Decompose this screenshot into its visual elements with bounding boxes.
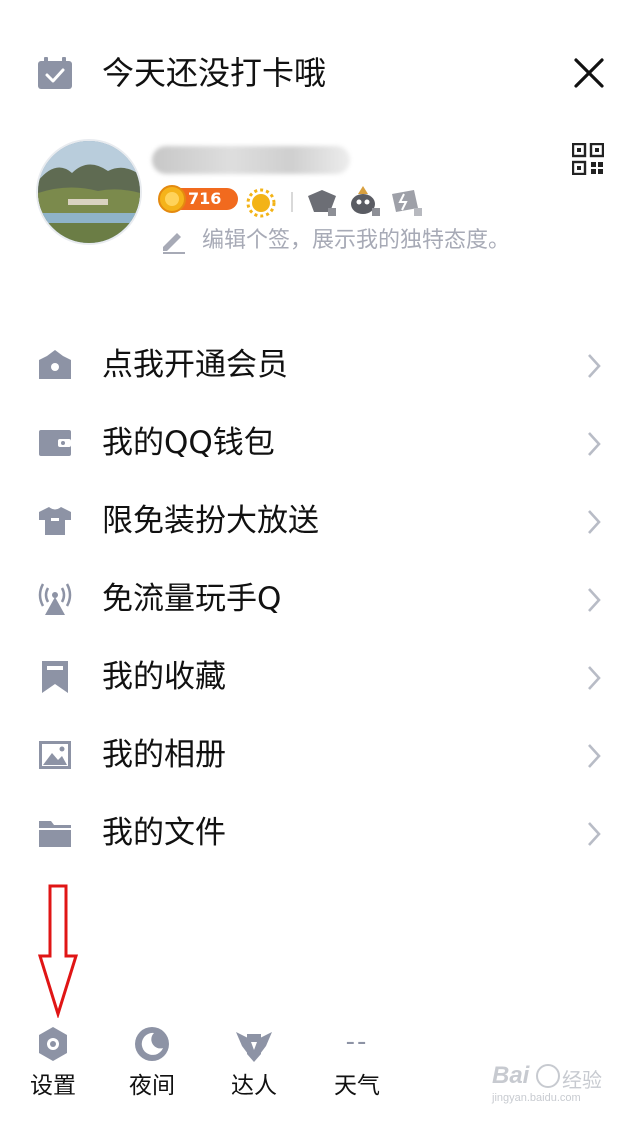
- photo-icon: [39, 741, 71, 769]
- watermark-url: jingyan.baidu.com: [492, 1092, 581, 1104]
- avatar-landscape-image: [38, 141, 140, 243]
- menu-item-album[interactable]: 我的相册: [0, 717, 640, 795]
- night-mode-label: 夜间: [129, 1073, 175, 1099]
- shirt-icon: [39, 507, 71, 535]
- moon-icon: [135, 1027, 169, 1061]
- menu-item-free-data[interactable]: 免流量玩手Q: [0, 561, 640, 639]
- speed-badge-icon: [392, 190, 422, 216]
- chevron-right-icon: [588, 666, 601, 690]
- close-icon[interactable]: [570, 54, 608, 92]
- settings-button[interactable]: 设置: [13, 1020, 93, 1110]
- avatar[interactable]: [38, 141, 140, 243]
- menu-label: 我的相册: [102, 737, 226, 773]
- annotation-arrow-down-icon: [38, 884, 78, 1018]
- pencil-icon: [163, 233, 185, 254]
- qr-code-icon[interactable]: [572, 143, 604, 175]
- pet-badge-icon: [351, 186, 380, 216]
- watermark-brand-cn: 经验: [562, 1068, 602, 1092]
- night-mode-button[interactable]: 夜间: [112, 1020, 192, 1110]
- nickname-blurred: [152, 146, 350, 174]
- weather-button[interactable]: -- 天气: [317, 1020, 397, 1110]
- game-badge-icon: [308, 190, 336, 216]
- menu-label: 我的收藏: [102, 659, 226, 695]
- bookmark-icon: [42, 661, 68, 693]
- menu-item-themes[interactable]: 限免装扮大放送: [0, 483, 640, 561]
- expert-button[interactable]: 达人: [214, 1020, 294, 1110]
- winged-badge-icon: [236, 1032, 272, 1062]
- sun-level-icon: [246, 188, 276, 218]
- menu-item-vip[interactable]: 点我开通会员: [0, 327, 640, 405]
- menu-label: 免流量玩手Q: [102, 581, 282, 617]
- signal-tower-icon: [38, 583, 72, 615]
- chevron-right-icon: [588, 822, 601, 846]
- chevron-right-icon: [588, 432, 601, 456]
- baidu-jingyan-watermark: Bai 经验 jingyan.baidu.com: [490, 1062, 610, 1110]
- menu-label: 我的QQ钱包: [102, 425, 275, 461]
- menu-item-files[interactable]: 我的文件: [0, 795, 640, 873]
- chevron-right-icon: [588, 510, 601, 534]
- checkin-prompt[interactable]: 今天还没打卡哦: [102, 52, 326, 94]
- watermark-paw-icon: [536, 1064, 560, 1088]
- weather-label: 天气: [334, 1073, 380, 1099]
- menu-label: 我的文件: [102, 815, 226, 851]
- crown-icon: [39, 350, 71, 379]
- menu-label: 点我开通会员: [102, 347, 288, 383]
- menu-label: 限免装扮大放送: [102, 503, 319, 539]
- expert-label: 达人: [231, 1073, 277, 1099]
- chevron-right-icon: [588, 354, 601, 378]
- weather-value: --: [345, 1027, 369, 1057]
- chevron-right-icon: [588, 744, 601, 768]
- chevron-right-icon: [588, 588, 601, 612]
- settings-label: 设置: [30, 1073, 76, 1099]
- signature-text: 编辑个签，展示我的独特态度。: [202, 228, 511, 253]
- level-badges[interactable]: 716: [158, 182, 438, 222]
- folder-icon: [39, 821, 71, 847]
- wallet-icon: [39, 430, 71, 456]
- calendar-check-icon[interactable]: [38, 57, 72, 89]
- level-number: 716: [188, 189, 222, 208]
- menu-item-wallet[interactable]: 我的QQ钱包: [0, 405, 640, 483]
- menu-item-favorites[interactable]: 我的收藏: [0, 639, 640, 717]
- watermark-brand: Bai: [492, 1062, 530, 1089]
- gear-icon: [39, 1027, 67, 1061]
